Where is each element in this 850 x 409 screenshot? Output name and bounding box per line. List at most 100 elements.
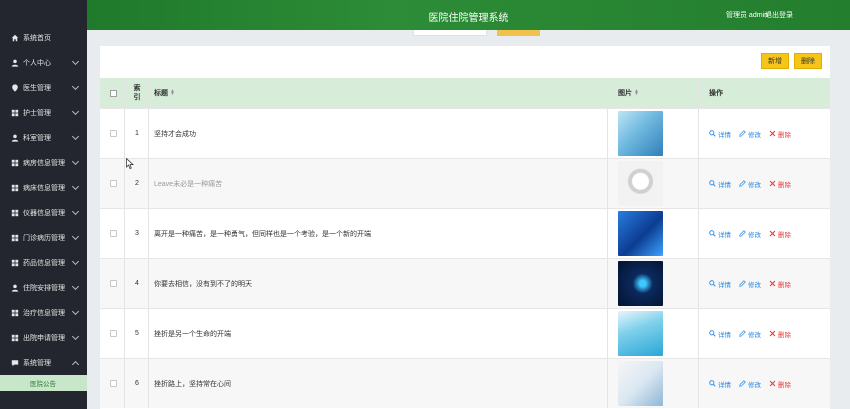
row-checkbox[interactable] [110,230,117,237]
remove-button[interactable]: 删除 [769,179,791,189]
admin-label: 管理员 admin [725,12,768,19]
sidebar-item[interactable]: 护士管理 [0,100,87,125]
sidebar-item[interactable]: 药品信息管理 [0,250,87,275]
remove-button[interactable]: 删除 [769,379,791,389]
row-title: 你要去相信，没有到不了的明天 [154,280,252,288]
sidebar-item[interactable]: 病床信息管理 [0,175,87,200]
sidebar-item-label: 医生管理 [23,84,51,92]
row-checkbox[interactable] [110,330,117,337]
view-button[interactable]: 详情 [709,329,731,339]
row-index: 5 [135,330,139,337]
edit-icon [739,130,746,137]
sort-icon[interactable]: ▲ ▼ [170,89,175,97]
sidebar-item[interactable]: 住院安排管理 [0,275,87,300]
sidebar-item-label: 护士管理 [23,109,51,117]
edit-button[interactable]: 修改 [739,279,761,289]
row-thumbnail[interactable] [618,261,663,306]
row-checkbox[interactable] [110,280,117,287]
edit-icon [739,380,746,387]
table-row: 2 Leave未必是一种痛苦 详情 修改 删除 [100,158,830,208]
row-title: Leave未必是一种痛苦 [154,180,223,188]
sidebar-item[interactable]: 系统首页 [0,25,87,50]
view-button[interactable]: 详情 [709,379,731,389]
search-input[interactable] [413,30,487,36]
user-icon [10,58,19,67]
sidebar-item[interactable]: 出院申请管理 [0,325,87,350]
row-checkbox[interactable] [110,180,117,187]
chevron-icon [71,157,80,165]
edit-button[interactable]: 修改 [739,329,761,339]
table-row: 5 挫折是另一个生命的开端 详情 修改 删除 [100,308,830,358]
message-icon [10,358,19,367]
table-row: 6 挫折路上，坚持常在心间 详情 修改 删除 [100,358,830,408]
sidebar-item-label: 病床信息管理 [23,184,65,192]
edit-button[interactable]: 修改 [739,179,761,189]
row-index: 4 [135,280,139,287]
header-index[interactable]: 索引 [133,84,141,102]
row-checkbox[interactable] [110,380,117,387]
select-all-checkbox[interactable] [110,89,117,97]
chevron-icon [71,207,80,215]
logout-link[interactable]: 退出登录 [765,10,793,20]
row-thumbnail[interactable] [618,161,663,206]
view-button[interactable]: 详情 [709,279,731,289]
add-button[interactable]: 新增 [761,53,789,69]
row-thumbnail[interactable] [618,311,663,356]
sidebar-item-label: 治疗信息管理 [23,309,65,317]
sidebar-subitem[interactable]: 医院公告 [0,375,87,391]
remove-button[interactable]: 删除 [769,229,791,239]
search-icon [709,380,716,387]
sidebar-item[interactable]: 病房信息管理 [0,150,87,175]
sidebar-item-label: 仪器信息管理 [23,209,65,217]
data-table: 索引 标题 ▲ ▼ 图片 ▲ ▼ 操作 1 坚持才会成功 详情 修改 删除 2 Leave未必是… [100,78,830,408]
chevron-icon [71,182,80,190]
sidebar-item[interactable]: 仪器信息管理 [0,200,87,225]
header-image[interactable]: 图片 [618,88,632,98]
view-button[interactable]: 详情 [709,179,731,189]
content-panel: 新增 删除 索引 标题 ▲ ▼ 图片 ▲ ▼ 操作 1 坚持才会成功 详情 修改 删除 2 Le… [100,46,830,409]
remove-button[interactable]: 删除 [769,129,791,139]
remove-button[interactable]: 删除 [769,279,791,289]
remove-button[interactable]: 删除 [769,329,791,339]
row-thumbnail[interactable] [618,111,663,156]
sidebar-item[interactable]: 医生管理 [0,75,87,100]
row-thumbnail[interactable] [618,361,663,406]
view-button[interactable]: 详情 [709,229,731,239]
grid-icon [10,233,19,242]
row-thumbnail[interactable] [618,211,663,256]
sidebar-item[interactable]: 系统管理 [0,350,87,375]
sidebar-item[interactable]: 个人中心 [0,50,87,75]
sidebar-item-label: 病房信息管理 [23,159,65,167]
close-icon [769,130,776,137]
row-index: 3 [135,230,139,237]
search-icon [709,280,716,287]
sort-icon[interactable]: ▲ ▼ [634,89,639,97]
chevron-icon [71,257,80,265]
header-ops: 操作 [709,90,723,97]
edit-icon [739,280,746,287]
sidebar-item-label: 个人中心 [23,59,51,67]
edit-button[interactable]: 修改 [739,129,761,139]
sidebar-item-label: 出院申请管理 [23,334,65,342]
close-icon [769,280,776,287]
table-row: 3 离开是一种痛苦，是一种勇气，但同样也是一个考验，是一个新的开端 详情 修改 删除 [100,208,830,258]
edit-button[interactable]: 修改 [739,379,761,389]
edit-icon [739,180,746,187]
delete-button[interactable]: 删除 [794,53,822,69]
row-checkbox[interactable] [110,130,117,137]
header-title[interactable]: 标题 [154,88,168,98]
chevron-icon [71,360,80,368]
sidebar-item[interactable]: 科室管理 [0,125,87,150]
sidebar-item[interactable]: 门诊病历管理 [0,225,87,250]
sidebar-item-label: 药品信息管理 [23,259,65,267]
sidebar-item[interactable]: 治疗信息管理 [0,300,87,325]
grid-icon [10,108,19,117]
edit-button[interactable]: 修改 [739,229,761,239]
grid-icon [10,158,19,167]
search-button[interactable] [497,30,540,36]
chevron-icon [71,282,80,290]
grid-icon [10,333,19,342]
view-button[interactable]: 详情 [709,129,731,139]
close-icon [769,330,776,337]
chevron-icon [71,107,80,115]
